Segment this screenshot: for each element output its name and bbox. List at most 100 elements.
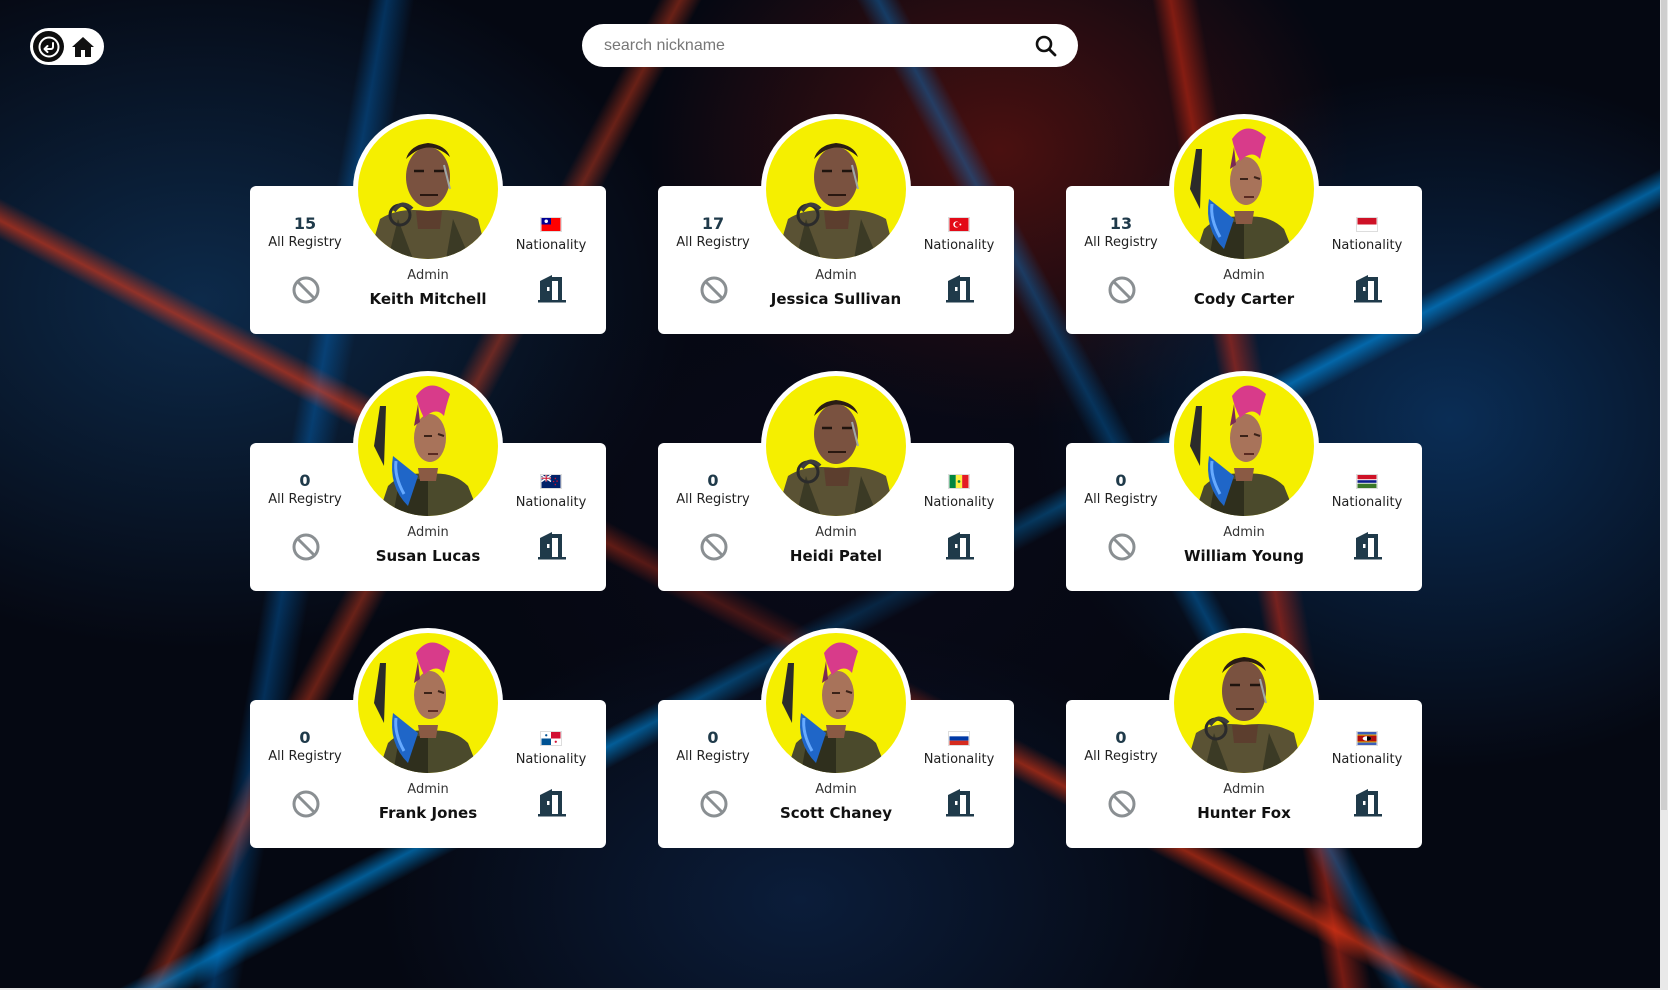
registry-count: 17 <box>701 214 725 233</box>
nationality-label: Nationality <box>1331 495 1403 510</box>
user-avatar[interactable] <box>1169 114 1319 264</box>
flag-indonesia-icon <box>1356 217 1378 232</box>
avatar-image <box>1174 119 1314 259</box>
registry-label: All Registry <box>268 492 342 507</box>
avatar-image <box>1174 633 1314 773</box>
home-icon <box>72 36 94 57</box>
user-avatar[interactable] <box>1169 628 1319 778</box>
registry-count: 0 <box>707 471 719 490</box>
avatar-frame <box>766 633 906 773</box>
registry-label: All Registry <box>1084 235 1158 250</box>
avatar-image <box>358 376 498 516</box>
logout-door-icon <box>538 275 566 303</box>
user-avatar[interactable] <box>761 628 911 778</box>
logout-button[interactable] <box>944 787 976 817</box>
search-icon[interactable] <box>1034 34 1058 58</box>
avatar-image <box>358 633 498 773</box>
logout-button[interactable] <box>944 530 976 560</box>
logout-button[interactable] <box>1352 530 1384 560</box>
logout-button[interactable] <box>1352 787 1384 817</box>
ban-button[interactable] <box>699 789 729 819</box>
logout-door-icon <box>1354 532 1382 560</box>
avatar-image <box>766 119 906 259</box>
nav-pill <box>30 28 104 65</box>
nationality-label: Nationality <box>1331 752 1403 767</box>
ban-icon <box>292 276 320 304</box>
registry-label: All Registry <box>268 749 342 764</box>
home-button[interactable] <box>68 32 98 62</box>
flag-turkey-icon <box>948 217 970 232</box>
flag-russia-icon <box>948 731 970 746</box>
ban-button[interactable] <box>699 532 729 562</box>
avatar-image <box>766 633 906 773</box>
registry-stat: 0 All Registry <box>671 471 755 509</box>
nationality-stat: Nationality <box>1325 214 1409 255</box>
user-avatar[interactable] <box>353 371 503 521</box>
ban-button[interactable] <box>291 532 321 562</box>
nationality-stat: Nationality <box>1325 471 1409 512</box>
registry-label: All Registry <box>1084 492 1158 507</box>
registry-count: 0 <box>299 471 311 490</box>
registry-stat: 0 All Registry <box>263 728 347 766</box>
ban-icon <box>292 790 320 818</box>
registry-count: 15 <box>293 214 317 233</box>
logout-button[interactable] <box>1352 273 1384 303</box>
nationality-stat: Nationality <box>917 728 1001 769</box>
ban-button[interactable] <box>1107 789 1137 819</box>
registry-stat: 0 All Registry <box>1079 471 1163 509</box>
avatar-image <box>766 376 906 516</box>
logout-button[interactable] <box>536 787 568 817</box>
ban-button[interactable] <box>699 275 729 305</box>
logout-door-icon <box>1354 789 1382 817</box>
avatar-frame <box>358 376 498 516</box>
ban-icon <box>700 276 728 304</box>
registry-label: All Registry <box>676 749 750 764</box>
logout-door-icon <box>1354 275 1382 303</box>
ban-icon <box>292 533 320 561</box>
avatar-frame <box>358 119 498 259</box>
nationality-label: Nationality <box>923 752 995 767</box>
back-arrow-icon <box>38 36 59 57</box>
logout-button[interactable] <box>944 273 976 303</box>
registry-label: All Registry <box>676 235 750 250</box>
nationality-label: Nationality <box>1331 238 1403 253</box>
registry-label: All Registry <box>676 492 750 507</box>
flag-eswatini-icon <box>1356 731 1378 746</box>
nationality-stat: Nationality <box>917 214 1001 255</box>
logout-door-icon <box>946 275 974 303</box>
nationality-label: Nationality <box>515 495 587 510</box>
avatar-image <box>358 119 498 259</box>
ban-button[interactable] <box>291 275 321 305</box>
logout-button[interactable] <box>536 273 568 303</box>
user-avatar[interactable] <box>353 114 503 264</box>
flag-taiwan-icon <box>540 217 562 232</box>
avatar-frame <box>1174 376 1314 516</box>
user-avatar[interactable] <box>761 371 911 521</box>
registry-count: 0 <box>707 728 719 747</box>
avatar-frame <box>766 376 906 516</box>
user-avatar[interactable] <box>353 628 503 778</box>
user-avatar[interactable] <box>1169 371 1319 521</box>
ban-button[interactable] <box>1107 532 1137 562</box>
avatar-frame <box>1174 119 1314 259</box>
logout-button[interactable] <box>536 530 568 560</box>
logout-door-icon <box>538 789 566 817</box>
nationality-label: Nationality <box>515 238 587 253</box>
scrollbar-thumb[interactable] <box>1661 0 1667 810</box>
search-input[interactable] <box>582 24 1002 67</box>
avatar-image <box>1174 376 1314 516</box>
registry-count: 0 <box>1115 471 1127 490</box>
ban-button[interactable] <box>291 789 321 819</box>
registry-count: 0 <box>1115 728 1127 747</box>
flag-senegal-icon <box>948 474 970 489</box>
back-button[interactable] <box>33 31 64 62</box>
search-bar <box>582 24 1078 67</box>
ban-icon <box>1108 276 1136 304</box>
registry-stat: 17 All Registry <box>671 214 755 252</box>
scrollbar[interactable] <box>1660 0 1668 990</box>
registry-stat: 0 All Registry <box>671 728 755 766</box>
ban-button[interactable] <box>1107 275 1137 305</box>
user-avatar[interactable] <box>761 114 911 264</box>
registry-count: 13 <box>1109 214 1133 233</box>
registry-stat: 0 All Registry <box>263 471 347 509</box>
